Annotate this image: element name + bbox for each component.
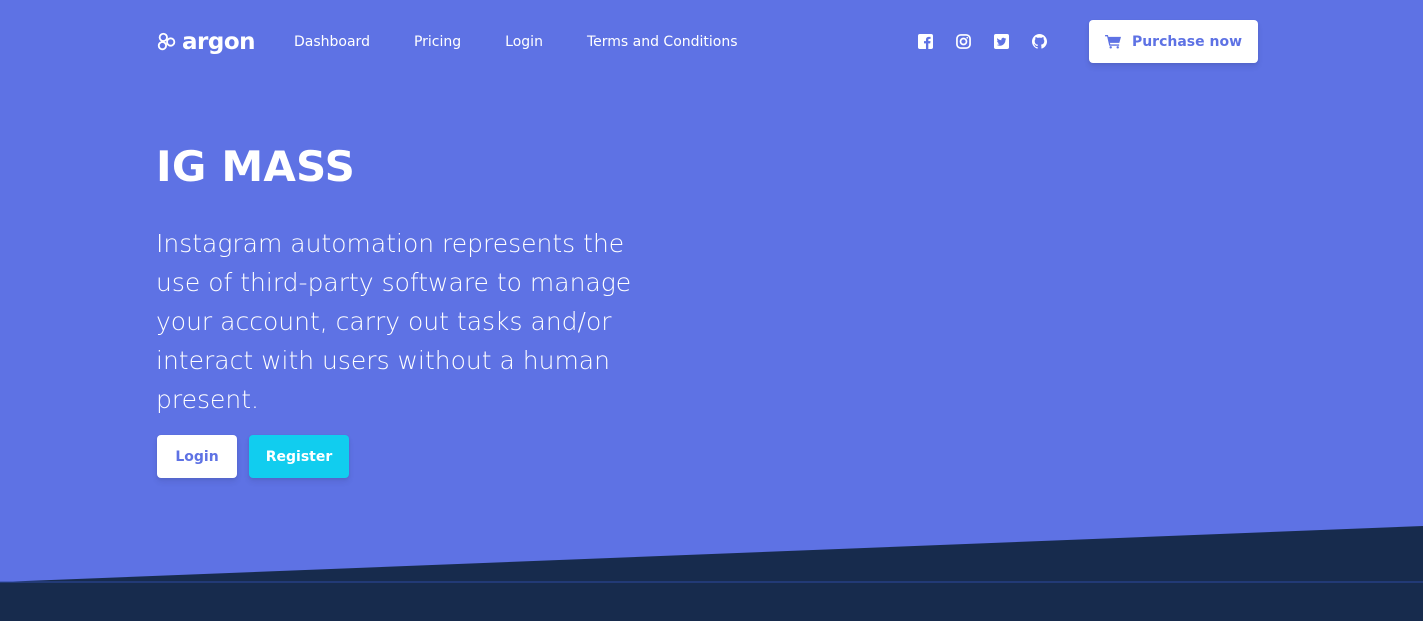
hero-title: IG MASS <box>156 142 356 191</box>
nav-link-dashboard[interactable]: Dashboard <box>294 30 370 54</box>
cart-icon <box>1105 34 1121 49</box>
social-links <box>916 30 1048 52</box>
instagram-icon[interactable] <box>954 30 972 52</box>
purchase-now-label: Purchase now <box>1131 33 1243 50</box>
register-button[interactable]: Register <box>249 435 349 478</box>
navbar: argon Dashboard Pricing Login Terms and … <box>0 0 1423 84</box>
nav-link-pricing[interactable]: Pricing <box>414 30 461 54</box>
brand-name: argon <box>182 29 256 55</box>
twitter-icon[interactable] <box>992 30 1010 52</box>
purchase-now-button[interactable]: Purchase now <box>1089 20 1258 63</box>
facebook-icon[interactable] <box>916 30 934 52</box>
nav-link-terms[interactable]: Terms and Conditions <box>587 30 738 54</box>
argon-logo-icon <box>157 32 176 51</box>
brand-logo[interactable]: argon <box>156 28 256 56</box>
section-divider <box>0 526 1423 621</box>
nav-link-login[interactable]: Login <box>505 30 543 54</box>
main-nav: Dashboard Pricing Login Terms and Condit… <box>294 30 782 54</box>
hero-lead: Instagram automation represents the use … <box>156 229 632 414</box>
login-button[interactable]: Login <box>157 435 237 478</box>
github-icon[interactable] <box>1030 30 1048 52</box>
